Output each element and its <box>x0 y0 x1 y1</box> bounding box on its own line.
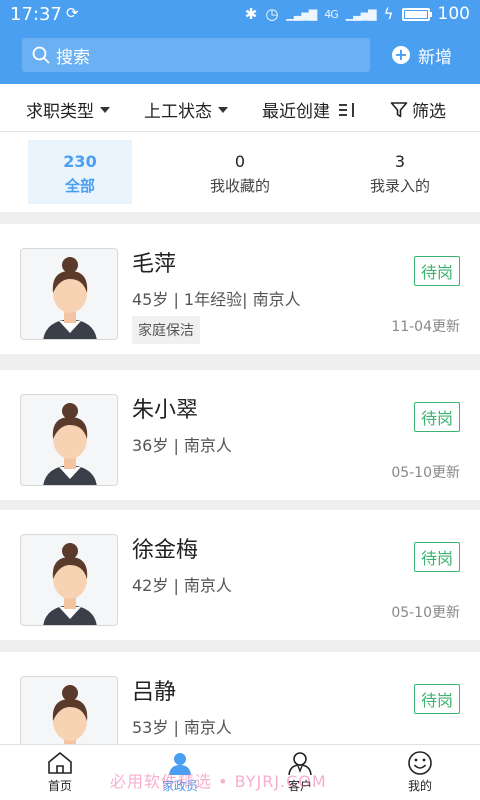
nav-housekeepers[interactable]: 家政员 <box>120 747 240 799</box>
chevron-down-icon <box>218 106 228 113</box>
tab-my-entries[interactable]: 3 我录入的 <box>348 140 452 204</box>
job-type-label: 求职类型 <box>26 102 94 122</box>
screen-label: 筛选 <box>412 102 446 122</box>
sort-filter[interactable]: 最近创建 <box>262 97 358 122</box>
nav-label: 客户 <box>287 779 312 793</box>
search-input[interactable]: 搜索 <box>22 38 370 72</box>
customer-icon <box>288 752 312 775</box>
signal-icon: ▁▃▅▇ <box>286 7 317 21</box>
filter-bar: 求职类型 上工状态 最近创建 筛选 <box>0 84 480 132</box>
worker-info: 36岁 | 南京人 <box>132 436 232 455</box>
search-icon <box>32 46 50 64</box>
nav-me[interactable]: 我的 <box>360 747 480 799</box>
chevron-down-icon <box>100 106 110 113</box>
work-status-filter[interactable]: 上工状态 <box>144 97 228 122</box>
status-badge: 待岗 <box>413 256 460 286</box>
tab-all[interactable]: 230 全部 <box>28 140 132 204</box>
app-header: 17:37 ⟳ ✱ ◷ ▁▃▅▇ 4G ▁▃▅▇ ϟ 100 搜索 + 新增 <box>0 0 480 84</box>
worker-card[interactable]: 徐金梅 42岁 | 南京人 待岗 05-10更新 <box>0 510 480 640</box>
alarm-icon: ◷ <box>265 5 279 23</box>
tab-count: 230 <box>63 152 97 171</box>
add-button-label: 新增 <box>418 47 452 68</box>
nav-label: 家政员 <box>161 779 198 793</box>
plus-icon: + <box>392 46 410 64</box>
battery-icon <box>401 7 432 21</box>
status-icons: ✱ ◷ ▁▃▅▇ 4G ▁▃▅▇ ϟ 100 <box>245 4 470 24</box>
nav-home[interactable]: 首页 <box>0 747 120 799</box>
worker-name: 吕静 <box>132 680 177 705</box>
tab-count: 3 <box>394 152 406 171</box>
add-button[interactable]: + 新增 <box>392 40 452 70</box>
worker-info: 45岁 | 1年经验| 南京人 <box>132 290 301 309</box>
smile-icon <box>408 751 432 775</box>
category-tabs: 230 全部 0 我收藏的 3 我录入的 <box>0 132 480 212</box>
battery-level: 100 <box>437 4 470 24</box>
status-badge: 待岗 <box>413 684 460 714</box>
worker-info: 53岁 | 南京人 <box>132 718 232 737</box>
worker-info: 42岁 | 南京人 <box>132 576 232 595</box>
battery-fill <box>404 10 427 18</box>
status-time: 17:37 <box>10 4 62 25</box>
housekeeper-icon <box>169 753 191 775</box>
tab-label: 我收藏的 <box>209 177 270 195</box>
home-icon <box>48 752 72 774</box>
bluetooth-icon: ✱ <box>244 5 258 23</box>
tab-count: 0 <box>234 152 246 171</box>
funnel-icon <box>390 101 408 117</box>
avatar <box>20 394 118 486</box>
sort-label: 最近创建 <box>262 102 330 122</box>
screen-filter[interactable]: 筛选 <box>390 97 446 122</box>
nav-label: 首页 <box>47 779 72 793</box>
updated-time: 05-10更新 <box>391 605 460 621</box>
woman-avatar-icon <box>43 403 97 485</box>
job-type-filter[interactable]: 求职类型 <box>26 97 110 122</box>
worker-name: 朱小翠 <box>132 398 199 423</box>
worker-card[interactable]: 毛萍 45岁 | 1年经验| 南京人 家庭保洁 待岗 11-04更新 <box>0 224 480 354</box>
status-bar: 17:37 ⟳ ✱ ◷ ▁▃▅▇ 4G ▁▃▅▇ ϟ 100 <box>0 0 480 30</box>
woman-avatar-icon <box>43 543 97 625</box>
service-tag: 家庭保洁 <box>132 316 200 344</box>
worker-card[interactable]: 朱小翠 36岁 | 南京人 待岗 05-10更新 <box>0 370 480 500</box>
woman-avatar-icon <box>43 257 97 339</box>
charging-icon: ϟ <box>383 5 394 23</box>
worker-name: 毛萍 <box>132 252 177 277</box>
nav-label: 我的 <box>407 779 432 793</box>
avatar <box>20 534 118 626</box>
status-badge: 待岗 <box>413 542 460 572</box>
worker-name: 徐金梅 <box>132 538 199 563</box>
nav-customers[interactable]: 客户 <box>240 747 360 799</box>
tab-label: 我录入的 <box>369 177 430 195</box>
tab-label: 全部 <box>64 177 95 195</box>
network-type: 4G <box>324 7 338 21</box>
updated-time: 11-04更新 <box>391 319 460 335</box>
work-status-label: 上工状态 <box>144 102 212 122</box>
signal-4g-icon: ▁▃▅▇ <box>345 7 377 21</box>
sync-icon: ⟳ <box>66 4 79 22</box>
search-placeholder: 搜索 <box>56 47 90 68</box>
sort-icon <box>339 102 354 117</box>
status-badge: 待岗 <box>413 402 460 432</box>
bottom-nav: 首页 家政员 客户 我的 <box>0 744 480 800</box>
avatar <box>20 248 118 340</box>
tab-favorites[interactable]: 0 我收藏的 <box>188 140 292 204</box>
updated-time: 05-10更新 <box>391 465 460 481</box>
